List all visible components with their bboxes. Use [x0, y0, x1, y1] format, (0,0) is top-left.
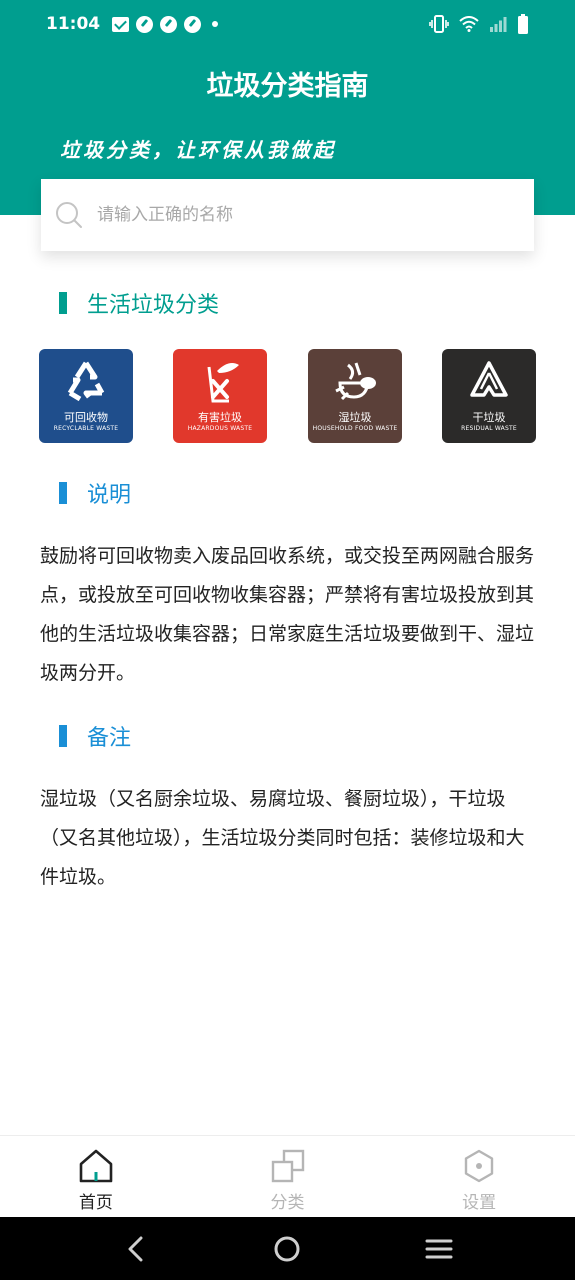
more-notifications-dot-icon: [212, 21, 219, 27]
bin-label-english: RESIDUAL WASTE: [461, 425, 517, 432]
bin-food-waste[interactable]: 湿垃圾 HOUSEHOLD FOOD WASTE: [308, 349, 402, 443]
recycle-icon: [67, 361, 105, 402]
gauge-notification-icon: [136, 15, 154, 33]
bin-label: 有害垃圾: [198, 411, 242, 424]
garbage-category-list: 可回收物 RECYCLABLE WASTE 有害垃圾 HAZARDOUS WAS…: [39, 349, 536, 443]
section-title-description: 说明: [59, 477, 131, 509]
vibrate-icon: [429, 15, 449, 33]
bin-label-english: HOUSEHOLD FOOD WASTE: [312, 425, 398, 432]
mail-notification-icon: [112, 16, 130, 32]
wifi-icon: [459, 16, 479, 32]
gauge-notification-icon: [184, 15, 202, 33]
bin-hazardous[interactable]: 有害垃圾 HAZARDOUS WASTE: [173, 349, 267, 443]
search-bar[interactable]: [41, 179, 534, 251]
section-title-text: 说明: [87, 483, 132, 508]
tab-settings[interactable]: 设置: [383, 1136, 575, 1217]
bin-label: 可回收物: [64, 411, 108, 424]
status-bar: 11:04: [0, 0, 575, 48]
hazardous-icon: [207, 363, 239, 403]
home-icon: [79, 1149, 113, 1183]
bin-label: 干垃圾: [472, 411, 506, 424]
signal-icon: [490, 17, 507, 32]
bin-label-english: RECYCLABLE WASTE: [53, 425, 119, 432]
recents-button[interactable]: [419, 1229, 459, 1269]
circle-home-icon: [274, 1236, 300, 1261]
section-title-note: 备注: [59, 720, 131, 752]
search-icon: [56, 202, 82, 228]
bottom-tab-bar: 首页 分类 设置: [0, 1135, 575, 1217]
residual-icon: [470, 361, 508, 397]
section-marker: [59, 725, 67, 747]
description-text: 鼓励将可回收物卖入废品回收系统，或交投至两网融合服务点，或投放至可回收物收集容器…: [40, 545, 535, 684]
section-title-text: 备注: [87, 726, 132, 751]
settings-icon: [464, 1149, 494, 1183]
slogan-text: 垃圾分类，让环保从我做起: [60, 138, 336, 162]
battery-icon: [518, 14, 528, 34]
bin-recyclable[interactable]: 可回收物 RECYCLABLE WASTE: [39, 349, 133, 443]
tab-label: 设置: [462, 1193, 497, 1213]
gauge-notification-icon: [160, 15, 178, 33]
section-title-text: 生活垃圾分类: [87, 293, 220, 318]
bin-label: 湿垃圾: [338, 411, 372, 424]
tab-label: 首页: [78, 1193, 113, 1213]
section-marker: [59, 482, 67, 504]
bin-label-english: HAZARDOUS WASTE: [187, 425, 253, 432]
note-text: 湿垃圾（又名厨余垃圾、易腐垃圾、餐厨垃圾），干垃圾（又名其他垃圾），生活垃圾分类…: [40, 788, 525, 888]
status-right-icons: [429, 14, 529, 34]
back-button[interactable]: [116, 1229, 156, 1269]
food-waste-icon: [335, 362, 376, 401]
page-title: 垃圾分类指南: [206, 71, 369, 102]
category-icon: [271, 1149, 304, 1183]
status-time: 11:04: [46, 14, 101, 34]
tab-home[interactable]: 首页: [0, 1136, 192, 1217]
system-navigation-bar: [0, 1217, 575, 1280]
tab-label: 分类: [270, 1193, 305, 1213]
tab-category[interactable]: 分类: [192, 1136, 384, 1217]
search-input[interactable]: [97, 205, 497, 225]
section-marker: [59, 292, 67, 314]
notification-icons: [112, 15, 219, 33]
section-title-life-garbage: 生活垃圾分类: [59, 287, 219, 319]
home-nav-button[interactable]: [267, 1229, 307, 1269]
menu-icon: [425, 1239, 453, 1258]
back-icon: [128, 1236, 143, 1261]
bin-residual[interactable]: 干垃圾 RESIDUAL WASTE: [442, 349, 536, 443]
